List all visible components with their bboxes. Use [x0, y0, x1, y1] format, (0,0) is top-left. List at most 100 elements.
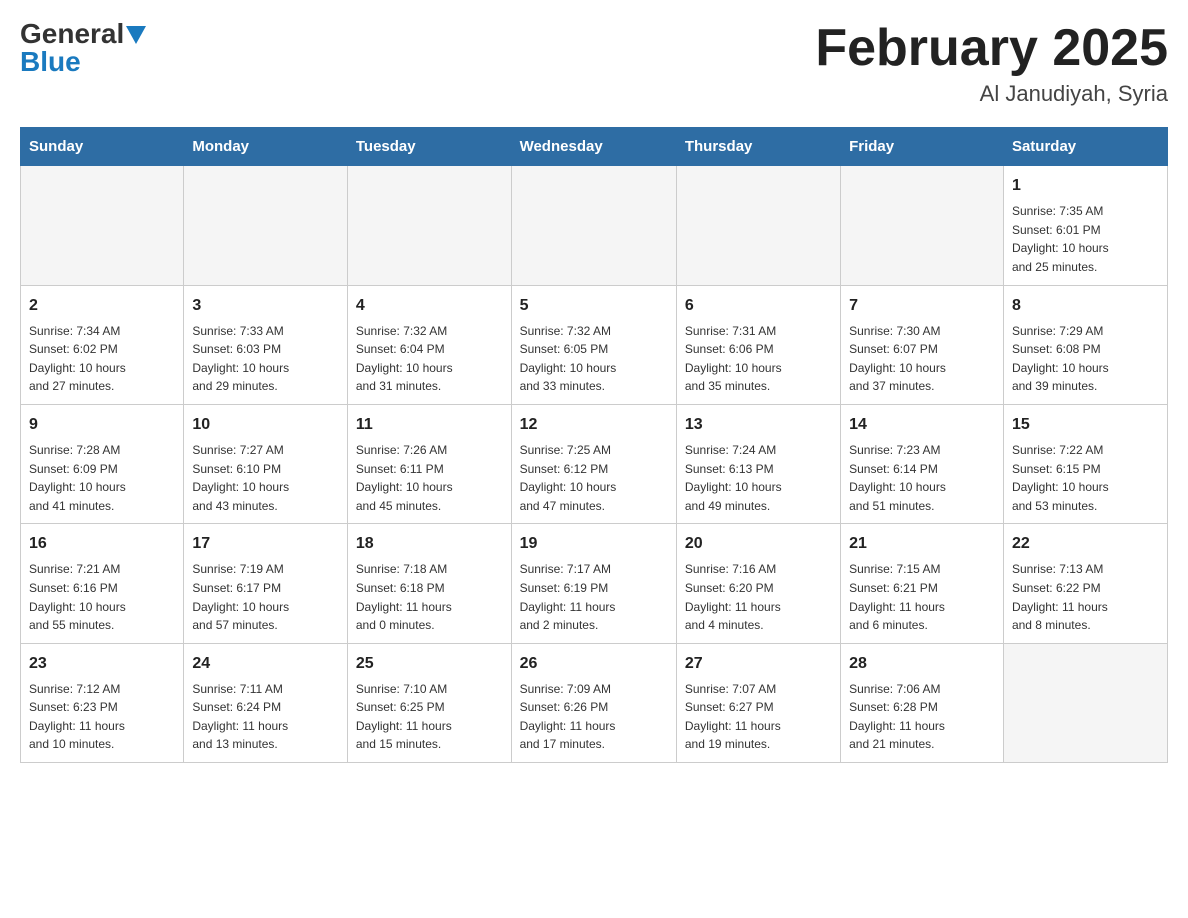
day-number: 19 [520, 532, 668, 556]
day-info: Sunrise: 7:11 AMSunset: 6:24 PMDaylight:… [192, 680, 339, 754]
day-info: Sunrise: 7:28 AMSunset: 6:09 PMDaylight:… [29, 441, 175, 515]
calendar-week-1: 1 Sunrise: 7:35 AMSunset: 6:01 PMDaylight… [21, 166, 1168, 285]
month-title: February 2025 [815, 20, 1168, 77]
day-info: Sunrise: 7:32 AMSunset: 6:04 PMDaylight:… [356, 322, 503, 396]
day-number: 16 [29, 532, 175, 556]
table-row [21, 166, 184, 285]
table-row: 23 Sunrise: 7:12 AMSunset: 6:23 PMDayligh… [21, 643, 184, 762]
day-number: 14 [849, 413, 995, 437]
day-info: Sunrise: 7:31 AMSunset: 6:06 PMDaylight:… [685, 322, 832, 396]
table-row [511, 166, 676, 285]
day-number: 21 [849, 532, 995, 556]
table-row [676, 166, 840, 285]
day-info: Sunrise: 7:16 AMSunset: 6:20 PMDaylight:… [685, 560, 832, 634]
day-info: Sunrise: 7:30 AMSunset: 6:07 PMDaylight:… [849, 322, 995, 396]
day-info: Sunrise: 7:07 AMSunset: 6:27 PMDaylight:… [685, 680, 832, 754]
table-row: 20 Sunrise: 7:16 AMSunset: 6:20 PMDayligh… [676, 524, 840, 643]
calendar-table: Sunday Monday Tuesday Wednesday Thursday… [20, 127, 1168, 763]
col-friday: Friday [841, 128, 1004, 166]
logo-triangle-icon [126, 26, 146, 44]
col-sunday: Sunday [21, 128, 184, 166]
calendar-week-2: 2Sunrise: 7:34 AMSunset: 6:02 PMDaylight… [21, 285, 1168, 404]
table-row [841, 166, 1004, 285]
table-row: 4 Sunrise: 7:32 AMSunset: 6:04 PMDaylight… [347, 285, 511, 404]
table-row: 1 Sunrise: 7:35 AMSunset: 6:01 PMDaylight… [1003, 166, 1167, 285]
logo-top: General [20, 20, 146, 48]
day-info: Sunrise: 7:10 AMSunset: 6:25 PMDaylight:… [356, 680, 503, 754]
day-info: Sunrise: 7:15 AMSunset: 6:21 PMDaylight:… [849, 560, 995, 634]
logo: General Blue [20, 20, 146, 76]
day-info: Sunrise: 7:29 AMSunset: 6:08 PMDaylight:… [1012, 322, 1159, 396]
day-number: 26 [520, 652, 668, 676]
day-info: Sunrise: 7:21 AMSunset: 6:16 PMDaylight:… [29, 560, 175, 634]
day-info: Sunrise: 7:25 AMSunset: 6:12 PMDaylight:… [520, 441, 668, 515]
table-row: 10 Sunrise: 7:27 AMSunset: 6:10 PMDayligh… [184, 404, 348, 523]
table-row: 5Sunrise: 7:32 AMSunset: 6:05 PMDaylight… [511, 285, 676, 404]
day-number: 11 [356, 413, 503, 437]
day-number: 24 [192, 652, 339, 676]
day-number: 3 [192, 294, 339, 318]
table-row: 16 Sunrise: 7:21 AMSunset: 6:16 PMDayligh… [21, 524, 184, 643]
table-row: 2Sunrise: 7:34 AMSunset: 6:02 PMDaylight… [21, 285, 184, 404]
table-row: 25 Sunrise: 7:10 AMSunset: 6:25 PMDayligh… [347, 643, 511, 762]
day-info: Sunrise: 7:24 AMSunset: 6:13 PMDaylight:… [685, 441, 832, 515]
day-number: 5 [520, 294, 668, 318]
day-info: Sunrise: 7:19 AMSunset: 6:17 PMDaylight:… [192, 560, 339, 634]
table-row: 12Sunrise: 7:25 AMSunset: 6:12 PMDayligh… [511, 404, 676, 523]
day-info: Sunrise: 7:35 AMSunset: 6:01 PMDaylight:… [1012, 202, 1159, 276]
day-number: 10 [192, 413, 339, 437]
day-info: Sunrise: 7:13 AMSunset: 6:22 PMDaylight:… [1012, 560, 1159, 634]
day-number: 22 [1012, 532, 1159, 556]
table-row: 27 Sunrise: 7:07 AMSunset: 6:27 PMDayligh… [676, 643, 840, 762]
table-row: 11 Sunrise: 7:26 AMSunset: 6:11 PMDayligh… [347, 404, 511, 523]
day-info: Sunrise: 7:09 AMSunset: 6:26 PMDaylight:… [520, 680, 668, 754]
table-row: 19 Sunrise: 7:17 AMSunset: 6:19 PMDayligh… [511, 524, 676, 643]
day-info: Sunrise: 7:23 AMSunset: 6:14 PMDaylight:… [849, 441, 995, 515]
table-row: 8 Sunrise: 7:29 AMSunset: 6:08 PMDaylight… [1003, 285, 1167, 404]
table-row: 22 Sunrise: 7:13 AMSunset: 6:22 PMDayligh… [1003, 524, 1167, 643]
day-info: Sunrise: 7:27 AMSunset: 6:10 PMDaylight:… [192, 441, 339, 515]
day-number: 18 [356, 532, 503, 556]
location-title: Al Janudiyah, Syria [815, 81, 1168, 107]
day-info: Sunrise: 7:26 AMSunset: 6:11 PMDaylight:… [356, 441, 503, 515]
table-row: 15Sunrise: 7:22 AMSunset: 6:15 PMDayligh… [1003, 404, 1167, 523]
table-row: 28 Sunrise: 7:06 AMSunset: 6:28 PMDayligh… [841, 643, 1004, 762]
calendar-week-4: 16 Sunrise: 7:21 AMSunset: 6:16 PMDayligh… [21, 524, 1168, 643]
day-number: 20 [685, 532, 832, 556]
table-row: 18 Sunrise: 7:18 AMSunset: 6:18 PMDayligh… [347, 524, 511, 643]
day-number: 23 [29, 652, 175, 676]
title-block: February 2025 Al Janudiyah, Syria [815, 20, 1168, 107]
col-saturday: Saturday [1003, 128, 1167, 166]
calendar-header-row: Sunday Monday Tuesday Wednesday Thursday… [21, 128, 1168, 166]
day-info: Sunrise: 7:12 AMSunset: 6:23 PMDaylight:… [29, 680, 175, 754]
day-info: Sunrise: 7:22 AMSunset: 6:15 PMDaylight:… [1012, 441, 1159, 515]
table-row: 9 Sunrise: 7:28 AMSunset: 6:09 PMDaylight… [21, 404, 184, 523]
day-info: Sunrise: 7:34 AMSunset: 6:02 PMDaylight:… [29, 322, 175, 396]
day-number: 9 [29, 413, 175, 437]
day-number: 25 [356, 652, 503, 676]
day-number: 8 [1012, 294, 1159, 318]
col-thursday: Thursday [676, 128, 840, 166]
table-row: 7 Sunrise: 7:30 AMSunset: 6:07 PMDaylight… [841, 285, 1004, 404]
table-row [1003, 643, 1167, 762]
day-number: 6 [685, 294, 832, 318]
day-info: Sunrise: 7:06 AMSunset: 6:28 PMDaylight:… [849, 680, 995, 754]
table-row: 14 Sunrise: 7:23 AMSunset: 6:14 PMDayligh… [841, 404, 1004, 523]
day-number: 1 [1012, 174, 1159, 198]
table-row: 17 Sunrise: 7:19 AMSunset: 6:17 PMDayligh… [184, 524, 348, 643]
day-number: 28 [849, 652, 995, 676]
day-info: Sunrise: 7:33 AMSunset: 6:03 PMDaylight:… [192, 322, 339, 396]
table-row: 3 Sunrise: 7:33 AMSunset: 6:03 PMDaylight… [184, 285, 348, 404]
day-info: Sunrise: 7:18 AMSunset: 6:18 PMDaylight:… [356, 560, 503, 634]
day-number: 17 [192, 532, 339, 556]
day-number: 13 [685, 413, 832, 437]
table-row: 24 Sunrise: 7:11 AMSunset: 6:24 PMDayligh… [184, 643, 348, 762]
table-row [184, 166, 348, 285]
col-monday: Monday [184, 128, 348, 166]
day-info: Sunrise: 7:17 AMSunset: 6:19 PMDaylight:… [520, 560, 668, 634]
table-row [347, 166, 511, 285]
table-row: 6 Sunrise: 7:31 AMSunset: 6:06 PMDaylight… [676, 285, 840, 404]
day-number: 27 [685, 652, 832, 676]
day-number: 4 [356, 294, 503, 318]
day-number: 7 [849, 294, 995, 318]
